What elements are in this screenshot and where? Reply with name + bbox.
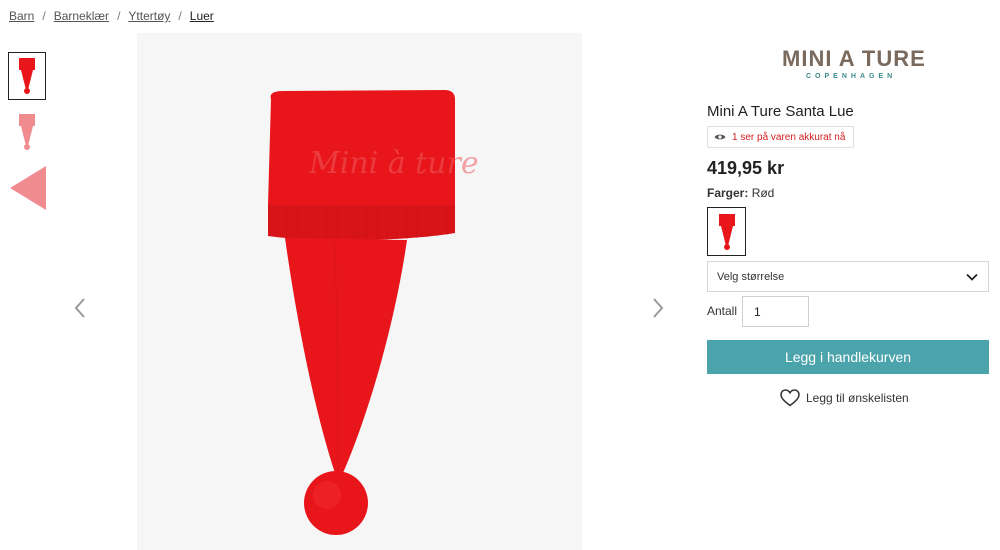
viewers-badge: 1 ser på varen akkurat nå bbox=[707, 126, 855, 148]
thumbnail-red-hat[interactable] bbox=[8, 52, 46, 100]
brand-logo-word: MINI A TURE bbox=[782, 46, 926, 71]
breadcrumb-separator: / bbox=[117, 9, 121, 23]
add-to-wishlist-button[interactable]: Legg til ønskelisten bbox=[780, 389, 909, 407]
breadcrumb-link-yttertoy[interactable]: Yttertøy bbox=[128, 9, 170, 23]
breadcrumb-link-barn[interactable]: Barn bbox=[9, 9, 34, 23]
chevron-left-icon bbox=[74, 298, 85, 318]
brand-logo-sub: COPENHAGEN bbox=[806, 73, 897, 80]
colors-label-key: Farger: bbox=[707, 186, 749, 200]
breadcrumb-link-barneklaer[interactable]: Barneklær bbox=[54, 9, 109, 23]
size-select[interactable]: Velg størrelse bbox=[707, 261, 989, 292]
thumbnail-list bbox=[8, 52, 46, 220]
heart-icon bbox=[780, 389, 800, 407]
add-to-cart-button[interactable]: Legg i handlekurven bbox=[707, 340, 989, 374]
quantity-input[interactable] bbox=[742, 296, 809, 327]
breadcrumb-link-luer[interactable]: Luer bbox=[190, 9, 214, 23]
size-select-value: Velg størrelse bbox=[717, 270, 785, 283]
next-image-button[interactable] bbox=[648, 295, 668, 321]
color-swatch-red[interactable] bbox=[707, 207, 746, 256]
chevron-down-icon bbox=[965, 270, 979, 287]
eye-icon bbox=[714, 133, 726, 141]
chevron-right-icon bbox=[653, 298, 664, 318]
wishlist-label: Legg til ønskelisten bbox=[806, 391, 909, 405]
thumbnail-pink-hat-side[interactable] bbox=[8, 164, 46, 212]
product-title: Mini A Ture Santa Lue bbox=[707, 103, 854, 120]
product-price: 419,95 kr bbox=[707, 158, 785, 178]
colors-label: Farger: Rød bbox=[707, 186, 774, 200]
viewers-text: 1 ser på varen akkurat nå bbox=[732, 131, 846, 143]
breadcrumb-separator: / bbox=[178, 9, 182, 23]
hat-knit-text: Mini à ture bbox=[308, 146, 479, 181]
quantity-label: Antall bbox=[707, 304, 738, 318]
breadcrumb-separator: / bbox=[42, 9, 46, 23]
breadcrumb: Barn / Barneklær / Yttertøy / Luer bbox=[9, 9, 214, 23]
brand-logo[interactable]: MINI A TURE COPENHAGEN bbox=[782, 46, 952, 96]
thumbnail-pink-hat[interactable] bbox=[8, 108, 46, 156]
previous-image-button[interactable] bbox=[70, 295, 90, 321]
colors-label-value: Rød bbox=[751, 186, 775, 200]
product-image: Mini à ture bbox=[137, 33, 582, 550]
